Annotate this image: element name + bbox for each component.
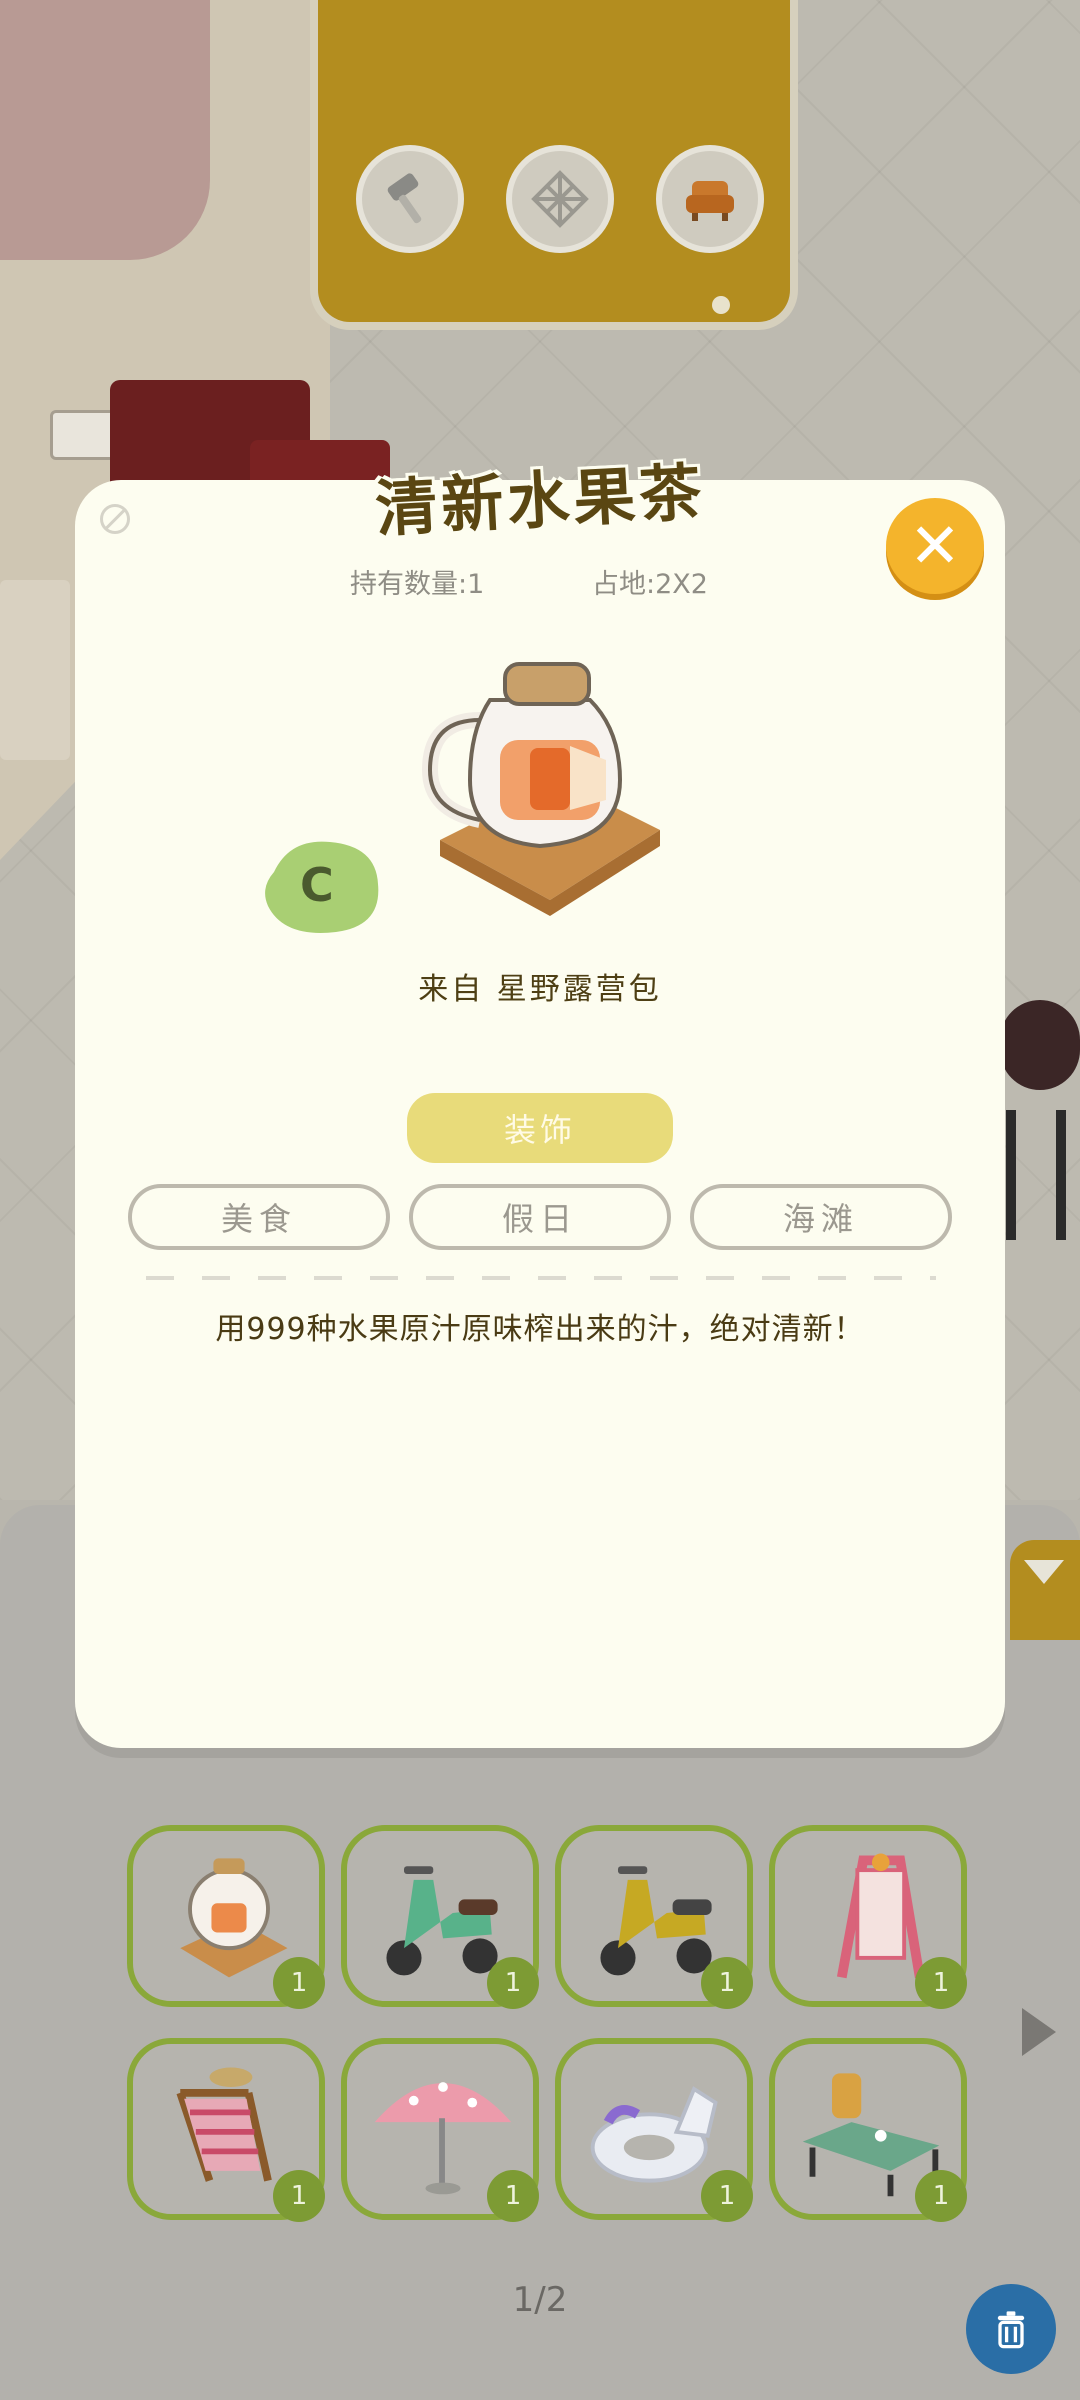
item-count-badge: 1 — [915, 1957, 967, 2009]
build-tool-floor[interactable] — [506, 145, 614, 253]
next-page-button[interactable] — [1022, 2008, 1056, 2056]
item-count-badge: 1 — [701, 1957, 753, 2009]
item-description: 用999种水果原汁原味榨出来的汁，绝对清新！ — [215, 1312, 865, 1347]
build-tool-hammer[interactable] — [356, 145, 464, 253]
item-count-badge: 1 — [273, 2170, 325, 2222]
item-count-badge: 1 — [915, 2170, 967, 2222]
item-count-badge: 1 — [701, 2170, 753, 2222]
inventory-slot[interactable]: 1 — [769, 2038, 967, 2222]
collapse-inventory-button[interactable] — [1010, 1540, 1080, 1640]
owned-count: 持有数量:1 — [350, 569, 485, 600]
prohibited-icon[interactable] — [100, 504, 130, 534]
inventory-slot[interactable]: 1 — [341, 1825, 539, 2009]
floor-grid-icon — [531, 170, 589, 228]
item-count-badge: 1 — [487, 1957, 539, 2009]
trash-button[interactable] — [966, 2284, 1056, 2374]
build-tool-panel — [310, 0, 798, 330]
inventory-slot[interactable]: 1 — [555, 1825, 753, 2009]
item-count-badge: 1 — [273, 1957, 325, 2009]
tag-holiday: 假日 — [409, 1184, 671, 1250]
page-indicator: 1/2 — [512, 2280, 568, 2320]
close-button[interactable]: ✕ — [886, 498, 984, 594]
divider — [146, 1276, 936, 1280]
panel-indicator — [712, 296, 730, 314]
close-icon: ✕ — [909, 509, 961, 582]
inventory-slot[interactable]: 1 — [127, 2038, 325, 2222]
chevron-down-icon — [1024, 1560, 1064, 1584]
inventory-slot[interactable]: 1 — [769, 1825, 967, 2009]
notice-board — [0, 580, 70, 760]
sofa-icon — [686, 181, 734, 221]
item-count-badge: 1 — [487, 2170, 539, 2222]
trash-icon — [997, 2311, 1025, 2349]
footprint-size: 占地:2X2 — [592, 569, 708, 600]
category-pill: 装饰 — [407, 1093, 673, 1163]
inventory-slot[interactable]: 1 — [341, 2038, 539, 2222]
tag-beach: 海滩 — [690, 1184, 952, 1250]
hammer-icon — [387, 173, 422, 224]
inventory-slot[interactable]: 1 — [127, 1825, 325, 2009]
item-source: 来自 星野露营包 — [418, 972, 662, 1007]
fruit-tea-image — [421, 662, 660, 916]
build-tool-furniture[interactable] — [656, 145, 764, 253]
roof — [0, 0, 210, 260]
inventory-slot[interactable]: 1 — [555, 2038, 753, 2222]
tag-food: 美食 — [128, 1184, 390, 1250]
grade-letter: C — [300, 858, 334, 912]
